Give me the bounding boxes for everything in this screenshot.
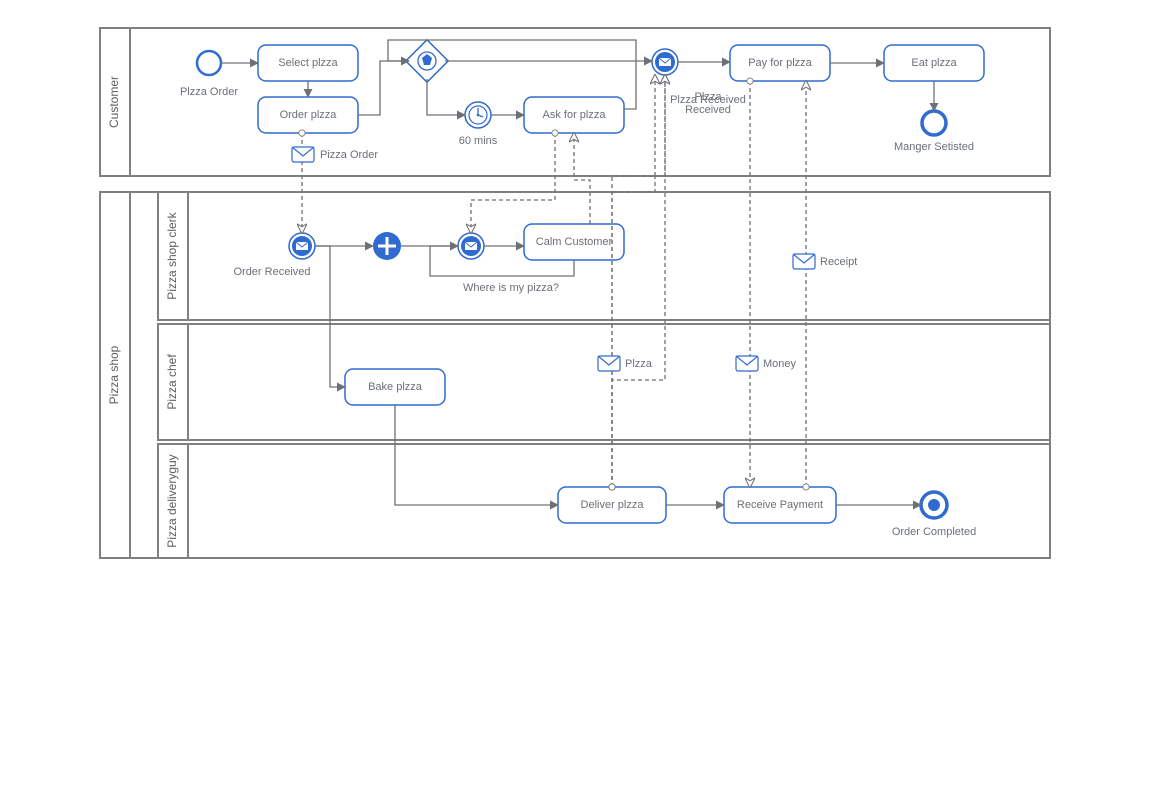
- task-bake-pizza: Bake plzza: [345, 369, 445, 405]
- timer-event-60mins: 60 mins: [459, 102, 498, 147]
- envelope-receipt: Receipt: [793, 254, 857, 269]
- end-satisfied-label: Manger Setisted: [894, 141, 974, 153]
- envelope-pizza-order: Pizza Order: [292, 147, 378, 162]
- task-eat-pizza: Eat plzza: [884, 45, 984, 81]
- svg-text:Receive Payment: Receive Payment: [737, 499, 823, 511]
- bpmn-diagram: Customer Pizza shop Pizza shop clerk Piz…: [0, 0, 1151, 799]
- svg-text:Pay for plzza: Pay for plzza: [748, 57, 812, 69]
- msgflow-calm-reply: [574, 133, 590, 224]
- task-order-pizza: Order plzza: [258, 97, 358, 133]
- svg-text:Calm Customer: Calm Customer: [536, 236, 613, 248]
- pool-customer-title: Customer: [107, 76, 121, 128]
- pool-shop-title: Pizza shop: [107, 345, 121, 404]
- event-order-received: Order Received: [233, 233, 315, 278]
- lane-clerk-title: Pizza shop clerk: [165, 211, 179, 299]
- task-calm-customer: Calm Customer: [524, 224, 624, 260]
- svg-text:Plzza: Plzza: [625, 358, 653, 370]
- lane-delivery-title: Pizza deliveryguy: [165, 454, 179, 547]
- svg-text:Select plzza: Select plzza: [278, 57, 338, 69]
- order-received-label: Order Received: [233, 266, 310, 278]
- svg-text:Deliver plzza: Deliver plzza: [581, 499, 645, 511]
- task-select-pizza: Select plzza: [258, 45, 358, 81]
- end-event-satisfied: Manger Setisted: [894, 111, 974, 153]
- envelope-pizza: Plzza: [598, 356, 653, 371]
- timer-label: 60 mins: [459, 135, 498, 147]
- msgflow-ask: [471, 133, 555, 233]
- svg-text:Money: Money: [763, 358, 797, 370]
- envelope-money: Money: [736, 356, 797, 371]
- flow-order-gateway: [358, 61, 409, 115]
- svg-text:Plzza: Plzza: [695, 91, 723, 103]
- svg-text:Order plzza: Order plzza: [280, 109, 338, 121]
- svg-text:Ask for plzza: Ask for plzza: [543, 109, 607, 121]
- end-event-order-completed: Order Completed: [892, 492, 976, 538]
- flow-gateway-timer: [427, 79, 465, 115]
- gateway-event-based: [406, 40, 448, 82]
- lane-chef-title: Pizza chef: [165, 354, 179, 410]
- svg-text:Eat plzza: Eat plzza: [911, 57, 957, 69]
- task-ask-for-pizza: Ask for plzza: [524, 97, 624, 133]
- start-event-label: Plzza Order: [180, 86, 238, 98]
- where-is-pizza-label: Where is my pizza?: [463, 282, 559, 294]
- start-event-pizza-order: Plzza Order: [180, 51, 238, 98]
- svg-text:Received: Received: [685, 104, 731, 116]
- flow-gw-bake: [330, 246, 345, 387]
- flow-bake-deliver: [395, 405, 558, 505]
- svg-text:Bake plzza: Bake plzza: [368, 381, 423, 393]
- gateway-parallel: [373, 232, 401, 260]
- order-completed-label: Order Completed: [892, 526, 976, 538]
- task-receive-payment: Receive Payment: [724, 487, 836, 523]
- msgflow-pizza-deliver: [612, 75, 665, 487]
- task-deliver-pizza: Deliver plzza: [558, 487, 666, 523]
- svg-text:Receipt: Receipt: [820, 256, 857, 268]
- task-pay-for-pizza: Pay for plzza: [730, 45, 830, 81]
- svg-text:Pizza Order: Pizza Order: [320, 149, 378, 161]
